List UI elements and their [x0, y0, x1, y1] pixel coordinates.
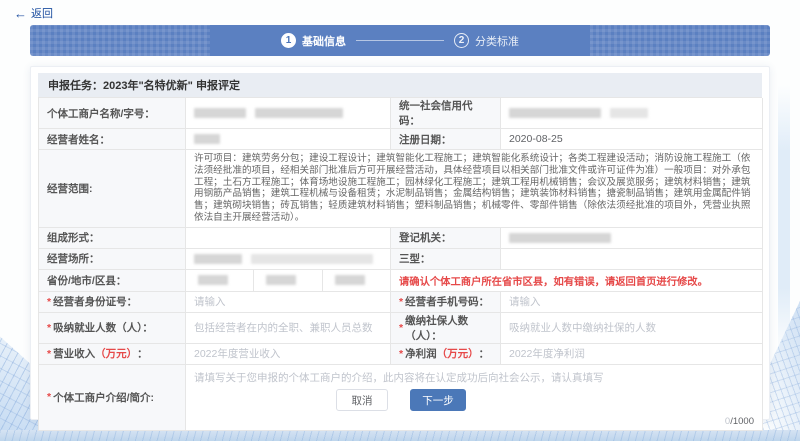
social-security-label: * 缴纳社保人数（人）：: [391, 313, 501, 344]
next-step-button[interactable]: 下一步: [410, 389, 466, 411]
required-mark: *: [399, 296, 403, 308]
cancel-button[interactable]: 取消: [336, 389, 388, 411]
decor-strip-right: [778, 85, 790, 355]
net-profit-label: * 净利润 （万元） ：: [391, 344, 501, 365]
decor-bottom-band: [0, 430, 800, 441]
back-link[interactable]: ← 返回: [14, 5, 53, 21]
wizard-steps: 1 基础信息 2 分类标准: [281, 33, 519, 49]
required-mark: *: [399, 322, 403, 334]
step1-label: 基础信息: [302, 33, 346, 49]
business-scope-text: 许可项目：建筑劳务分包；建设工程设计；建筑智能化工程施工；建筑智能化系统设计；各…: [194, 150, 754, 227]
reg-authority-label: 登记机关：: [391, 228, 501, 249]
phone-field: [501, 292, 763, 313]
operator-name-value: [186, 129, 391, 150]
form-card: 申报任务：2023年"名特优新" 申报评定 个体工商户名称/字号： 统一社会信用…: [30, 66, 770, 420]
redacted-value: [198, 275, 228, 285]
redacted-value: [255, 108, 343, 118]
banner-pattern-right: [590, 25, 770, 56]
redacted-value: [194, 108, 246, 118]
business-name-label: 个体工商户名称/字号：: [39, 98, 186, 129]
required-mark: *: [47, 348, 51, 360]
net-profit-unit: （万元）: [437, 346, 479, 361]
net-profit-input[interactable]: [509, 348, 754, 360]
composition-value: [186, 228, 391, 249]
business-name-value: [186, 98, 391, 129]
banner-pattern-left: [30, 25, 210, 56]
redacted-value: [610, 108, 648, 118]
task-title: 申报任务：2023年"名特优新" 申报评定: [48, 77, 240, 93]
step2-label: 分类标准: [475, 33, 519, 49]
employment-label: * 吸纳就业人数（人）：: [39, 313, 186, 344]
back-arrow-icon: ←: [14, 7, 27, 20]
operator-name-label: 经营者姓名：: [39, 129, 186, 150]
credit-code-value: [501, 98, 763, 129]
net-profit-field: [501, 344, 763, 365]
step1-circle: 1: [281, 33, 296, 48]
required-mark: *: [399, 348, 403, 360]
step-classification: 2 分类标准: [454, 33, 519, 49]
redacted-value: [251, 254, 373, 264]
step-banner: 1 基础信息 2 分类标准: [30, 25, 770, 56]
province-select[interactable]: [186, 270, 254, 291]
social-security-field: [501, 313, 763, 344]
phone-label: * 经营者手机号码：: [391, 292, 501, 313]
credit-code-label: 统一社会信用代码：: [391, 98, 501, 129]
redacted-value: [509, 233, 611, 243]
three-type-label: 三型：: [391, 249, 501, 270]
required-mark: *: [47, 296, 51, 308]
revenue-unit: （万元）: [95, 346, 137, 361]
premises-value: [186, 249, 391, 270]
employment-input[interactable]: [194, 322, 382, 334]
region-warning-text: 请确认个体工商户所在省市区县，如有错误，请返回首页进行修改。: [399, 273, 708, 288]
step-connector-line: [356, 40, 444, 41]
district-select[interactable]: [323, 270, 390, 291]
footer-actions: 取消 下一步: [31, 389, 771, 411]
char-count-max: /1000: [730, 416, 754, 427]
id-number-field: [186, 292, 391, 313]
id-number-label: * 经营者身份证号：: [39, 292, 186, 313]
basic-info-form: 个体工商户名称/字号： 统一社会信用代码： 经营者姓名： 注册日期： 2020-…: [38, 97, 762, 431]
premises-label: 经营场所：: [39, 249, 186, 270]
reg-date-label: 注册日期：: [391, 129, 501, 150]
step-basic-info: 1 基础信息: [281, 33, 346, 49]
social-security-input[interactable]: [509, 322, 754, 334]
redacted-value: [509, 108, 601, 118]
reg-date-value: 2020-08-25: [501, 129, 763, 150]
char-counter: 0/1000: [725, 416, 754, 427]
region-warning: 请确认个体工商户所在省市区县，如有错误，请返回首页进行修改。: [391, 270, 763, 292]
redacted-value: [266, 275, 296, 285]
city-select[interactable]: [254, 270, 322, 291]
region-selects: [186, 270, 391, 292]
employment-field: [186, 313, 391, 344]
three-type-value: [501, 249, 763, 270]
back-label: 返回: [31, 5, 53, 21]
revenue-field: [186, 344, 391, 365]
id-number-input[interactable]: [194, 296, 382, 308]
reg-authority-value: [501, 228, 763, 249]
task-title-bar: 申报任务：2023年"名特优新" 申报评定: [38, 73, 762, 97]
redacted-value: [194, 134, 220, 144]
step2-circle: 2: [454, 33, 469, 48]
business-scope-label: 经营范围:: [39, 150, 186, 228]
required-mark: *: [47, 322, 51, 334]
composition-label: 组成形式：: [39, 228, 186, 249]
revenue-label: * 营业收入 （万元） ：: [39, 344, 186, 365]
phone-input[interactable]: [509, 296, 754, 308]
page: ← 返回 1 基础信息 2 分类标准 申报任务：2023年"名特优新" 申报评定…: [0, 0, 800, 441]
redacted-value: [194, 254, 242, 264]
business-scope-value: 许可项目：建筑劳务分包；建设工程设计；建筑智能化工程施工；建筑智能化系统设计；各…: [186, 150, 763, 228]
revenue-input[interactable]: [194, 348, 382, 360]
redacted-value: [335, 275, 365, 285]
region-label: 省份/地市/区县：: [39, 270, 186, 292]
